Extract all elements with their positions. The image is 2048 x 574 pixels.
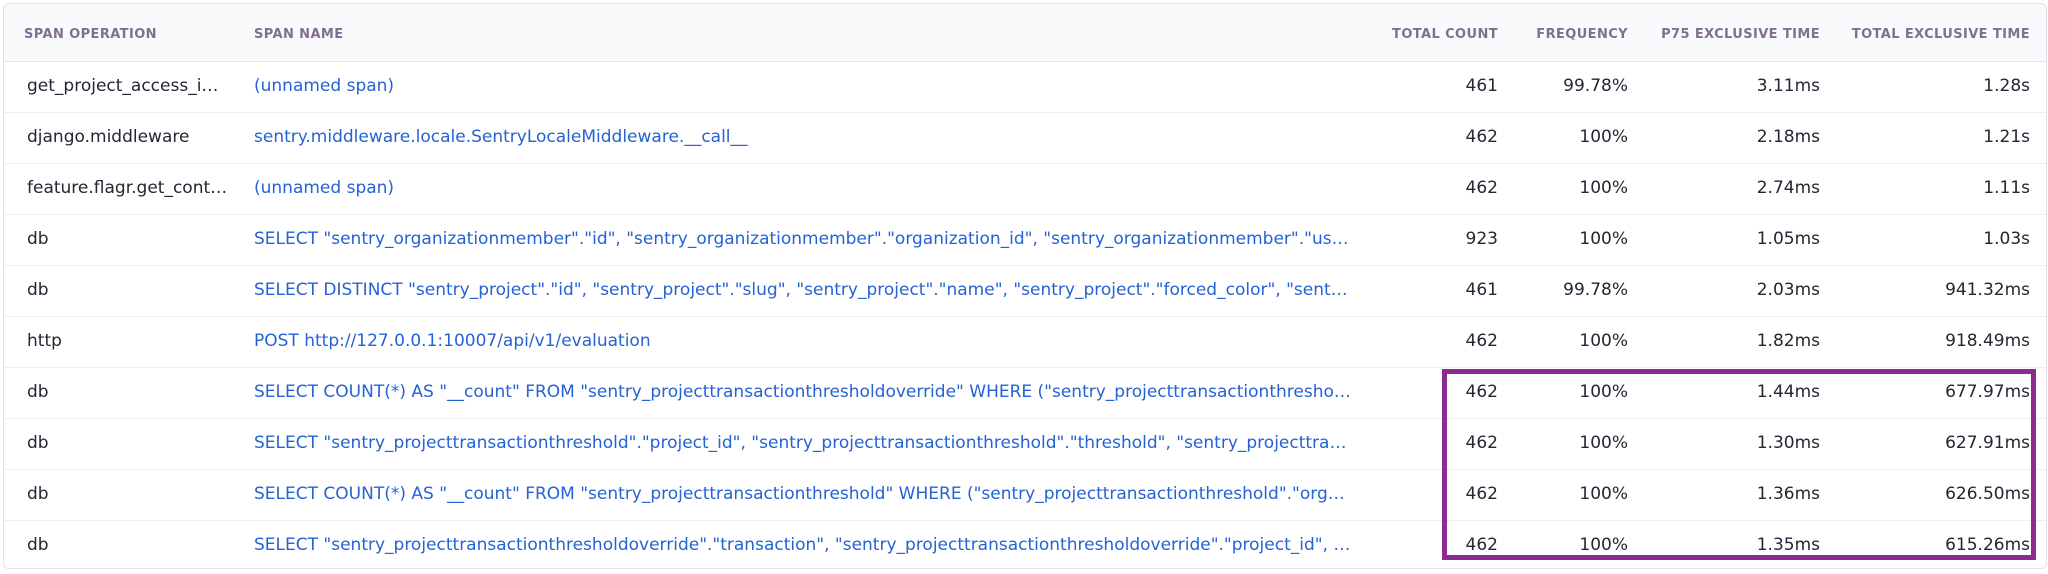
span-operation-cell: db [27, 484, 49, 504]
p75-exclusive-time-cell: 2.74ms [1756, 178, 1820, 198]
frequency-cell: 100% [1579, 382, 1628, 402]
span-name-link[interactable]: (unnamed span) [254, 178, 1354, 198]
span-operation-cell: db [27, 229, 49, 249]
p75-exclusive-time-cell: 3.11ms [1756, 76, 1820, 96]
table-row: db SELECT DISTINCT "sentry_project"."id"… [4, 266, 2046, 317]
span-name-link[interactable]: (unnamed span) [254, 76, 1354, 96]
span-name-link[interactable]: sentry.middleware.locale.SentryLocaleMid… [254, 127, 1354, 147]
column-header-p75-exclusive-time[interactable]: P75 EXCLUSIVE TIME [1644, 27, 1820, 42]
total-exclusive-time-cell: 627.91ms [1945, 433, 2030, 453]
p75-exclusive-time-cell: 2.18ms [1756, 127, 1820, 147]
total-count-cell: 461 [1465, 76, 1498, 96]
p75-exclusive-time-cell: 2.03ms [1756, 280, 1820, 300]
frequency-cell: 100% [1579, 331, 1628, 351]
span-name-link[interactable]: SELECT COUNT(*) AS "__count" FROM "sentr… [254, 382, 1354, 402]
frequency-cell: 99.78% [1563, 76, 1628, 96]
total-exclusive-time-cell: 1.21s [1983, 127, 2030, 147]
p75-exclusive-time-cell: 1.82ms [1756, 331, 1820, 351]
span-name-link[interactable]: SELECT "sentry_projecttransactionthresho… [254, 433, 1354, 453]
span-operation-cell: db [27, 382, 49, 402]
total-exclusive-time-cell: 1.11s [1983, 178, 2030, 198]
span-name-link[interactable]: SELECT "sentry_projecttransactionthresho… [254, 535, 1354, 555]
p75-exclusive-time-cell: 1.44ms [1756, 382, 1820, 402]
span-name-link[interactable]: SELECT COUNT(*) AS "__count" FROM "sentr… [254, 484, 1354, 504]
total-count-cell: 462 [1465, 331, 1498, 351]
total-exclusive-time-cell: 941.32ms [1945, 280, 2030, 300]
span-operation-cell: db [27, 433, 49, 453]
frequency-cell: 100% [1579, 484, 1628, 504]
p75-exclusive-time-cell: 1.36ms [1756, 484, 1820, 504]
column-header-span-name[interactable]: SPAN NAME [254, 27, 344, 42]
table-row: db SELECT COUNT(*) AS "__count" FROM "se… [4, 470, 2046, 521]
total-exclusive-time-cell: 918.49ms [1945, 331, 2030, 351]
total-count-cell: 462 [1465, 535, 1498, 555]
span-operation-cell: db [27, 280, 49, 300]
column-header-frequency[interactable]: FREQUENCY [1508, 27, 1628, 42]
table-row: db SELECT "sentry_projecttransactionthre… [4, 521, 2046, 568]
total-count-cell: 462 [1465, 433, 1498, 453]
total-count-cell: 462 [1465, 178, 1498, 198]
table-header: SPAN OPERATION SPAN NAME TOTAL COUNT FRE… [4, 4, 2046, 62]
column-header-span-operation[interactable]: SPAN OPERATION [24, 27, 157, 42]
table-row: db SELECT "sentry_projecttransactionthre… [4, 419, 2046, 470]
span-operation-cell: feature.flagr.get_conte… [27, 178, 232, 198]
table-row: feature.flagr.get_conte… (unnamed span) … [4, 164, 2046, 215]
p75-exclusive-time-cell: 1.30ms [1756, 433, 1820, 453]
total-count-cell: 461 [1465, 280, 1498, 300]
span-name-link[interactable]: SELECT "sentry_organizationmember"."id",… [254, 229, 1354, 249]
span-operation-cell: get_project_access_i… [27, 76, 219, 96]
total-count-cell: 923 [1465, 229, 1498, 249]
table-row: django.middleware sentry.middleware.loca… [4, 113, 2046, 164]
total-count-cell: 462 [1465, 127, 1498, 147]
p75-exclusive-time-cell: 1.35ms [1756, 535, 1820, 555]
total-count-cell: 462 [1465, 382, 1498, 402]
frequency-cell: 100% [1579, 178, 1628, 198]
total-exclusive-time-cell: 677.97ms [1945, 382, 2030, 402]
frequency-cell: 100% [1579, 433, 1628, 453]
p75-exclusive-time-cell: 1.05ms [1756, 229, 1820, 249]
frequency-cell: 99.78% [1563, 280, 1628, 300]
table-row: db SELECT COUNT(*) AS "__count" FROM "se… [4, 368, 2046, 419]
total-exclusive-time-cell: 615.26ms [1945, 535, 2030, 555]
total-exclusive-time-cell: 1.28s [1983, 76, 2030, 96]
span-name-link[interactable]: SELECT DISTINCT "sentry_project"."id", "… [254, 280, 1354, 300]
column-header-total-count[interactable]: TOTAL COUNT [1384, 27, 1498, 42]
table-row: db SELECT "sentry_organizationmember"."i… [4, 215, 2046, 266]
frequency-cell: 100% [1579, 127, 1628, 147]
table-row: http POST http://127.0.0.1:10007/api/v1/… [4, 317, 2046, 368]
column-header-total-exclusive-time[interactable]: TOTAL EXCLUSIVE TIME [1834, 27, 2030, 42]
span-name-link[interactable]: POST http://127.0.0.1:10007/api/v1/evalu… [254, 331, 1354, 351]
span-table: SPAN OPERATION SPAN NAME TOTAL COUNT FRE… [3, 3, 2047, 569]
frequency-cell: 100% [1579, 229, 1628, 249]
total-exclusive-time-cell: 1.03s [1983, 229, 2030, 249]
total-count-cell: 462 [1465, 484, 1498, 504]
table-row: get_project_access_i… (unnamed span) 461… [4, 62, 2046, 113]
frequency-cell: 100% [1579, 535, 1628, 555]
span-operation-cell: db [27, 535, 49, 555]
span-operation-cell: http [27, 331, 62, 351]
span-operation-cell: django.middleware [27, 127, 190, 147]
total-exclusive-time-cell: 626.50ms [1945, 484, 2030, 504]
